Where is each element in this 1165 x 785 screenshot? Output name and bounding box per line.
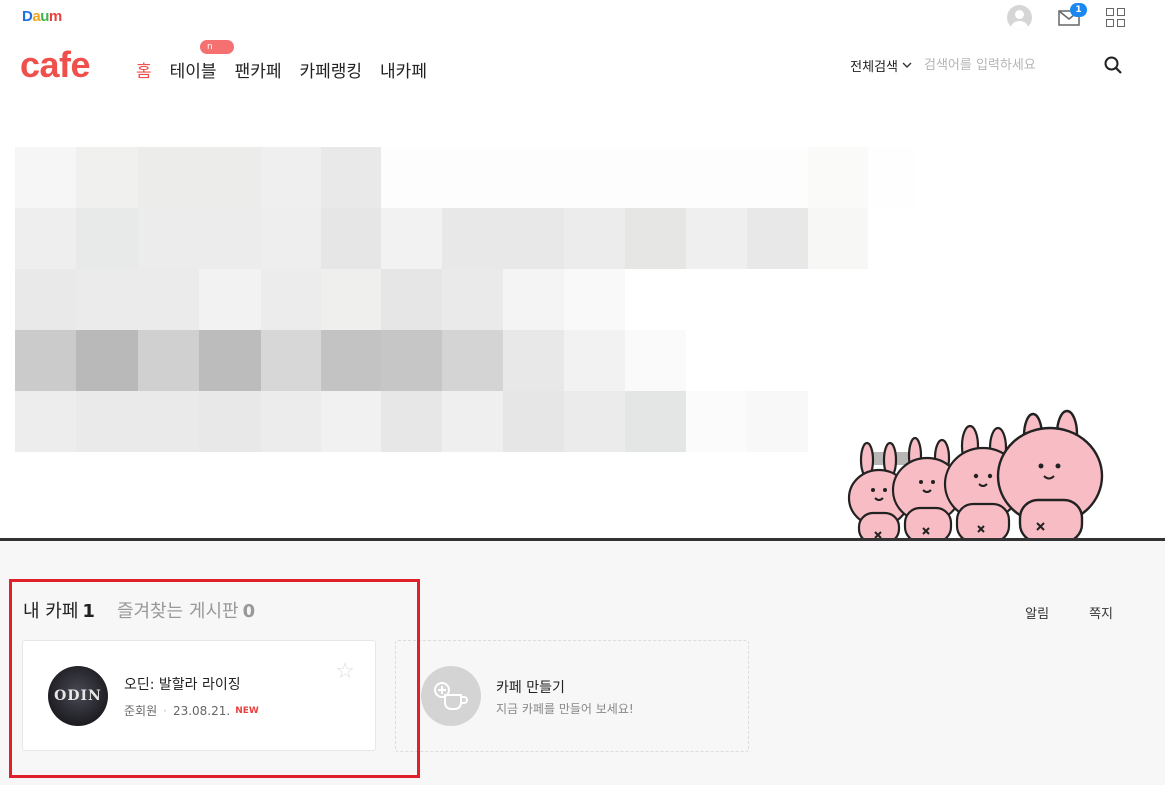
apps-grid-icon[interactable] bbox=[1106, 8, 1125, 27]
cafe-thumbnail: ODIN bbox=[48, 666, 108, 726]
banner-image[interactable] bbox=[15, 147, 915, 452]
chevron-down-icon bbox=[902, 62, 912, 68]
star-icon[interactable]: ☆ bbox=[335, 659, 355, 684]
create-cafe-subtitle: 지금 카페를 만들어 보세요! bbox=[496, 702, 634, 716]
cafe-name[interactable]: 오딘: 발할라 라이징 bbox=[124, 674, 241, 694]
mail-icon[interactable]: 1 bbox=[1058, 2, 1087, 27]
right-links: 알림 쪽지 bbox=[1025, 603, 1113, 622]
search-icon[interactable] bbox=[1104, 56, 1123, 75]
nav-mycafe[interactable]: 내카페 bbox=[380, 57, 427, 82]
nav-home[interactable]: 홈 bbox=[136, 57, 152, 82]
create-cafe-title: 카페 만들기 bbox=[496, 680, 565, 696]
cafe-logo[interactable]: cafe bbox=[20, 44, 91, 86]
my-cafe-section: 내 카페 1 즐겨찾는 게시판 0 알림 쪽지 ODIN 오딘: 발할라 라이징 준… bbox=[0, 541, 1165, 785]
search-scope-dropdown[interactable]: 전체검색 bbox=[850, 56, 912, 75]
nav-fancafe[interactable]: 팬카페 bbox=[235, 57, 282, 82]
search-scope-label: 전체검색 bbox=[850, 60, 898, 75]
new-badge: n bbox=[200, 40, 234, 54]
search-input[interactable] bbox=[924, 58, 1094, 73]
avatar-icon[interactable] bbox=[1007, 5, 1032, 30]
alerts-link[interactable]: 알림 bbox=[1025, 603, 1049, 622]
nav-ranking[interactable]: 카페랭킹 bbox=[299, 57, 362, 82]
tab-my-cafe[interactable]: 내 카페 1 bbox=[23, 597, 95, 623]
cafe-thumbnail-text: ODIN bbox=[54, 688, 102, 704]
page: Daum cafe 홈 테이블 팬카페 카페랭킹 내카페 n 1 전체검색 검색… bbox=[0, 0, 1165, 785]
cafe-meta: 준회원 · 23.08.21. NEW bbox=[124, 702, 259, 719]
my-cafe-count: 1 bbox=[82, 601, 95, 622]
cafe-card[interactable]: ODIN 오딘: 발할라 라이징 준회원 · 23.08.21. NEW ☆ bbox=[22, 640, 376, 751]
visit-date: 23.08.21. bbox=[172, 703, 231, 718]
member-grade: 준회원 bbox=[124, 704, 158, 718]
top-utility-icons: 1 bbox=[1007, 2, 1125, 30]
daum-logo[interactable]: Daum bbox=[22, 8, 62, 25]
tab-favorite-boards[interactable]: 즐겨찾는 게시판 0 bbox=[117, 597, 255, 623]
create-cafe-card[interactable]: 카페 만들기 지금 카페를 만들어 보세요! bbox=[395, 640, 749, 752]
cup-plus-icon bbox=[421, 666, 481, 726]
nav-table[interactable]: 테이블 bbox=[170, 57, 217, 82]
main-nav: 홈 테이블 팬카페 카페랭킹 내카페 bbox=[136, 57, 427, 82]
search-area: 전체검색 bbox=[850, 56, 1123, 75]
rabbit-characters-illustration bbox=[847, 409, 1104, 540]
favorite-board-count: 0 bbox=[242, 601, 256, 622]
meta-separator: · bbox=[163, 703, 167, 718]
new-label: NEW bbox=[235, 705, 259, 716]
messages-link[interactable]: 쪽지 bbox=[1089, 603, 1113, 622]
my-cafe-tabs: 내 카페 1 즐겨찾는 게시판 0 bbox=[23, 597, 255, 623]
mail-count-badge: 1 bbox=[1070, 2, 1087, 17]
